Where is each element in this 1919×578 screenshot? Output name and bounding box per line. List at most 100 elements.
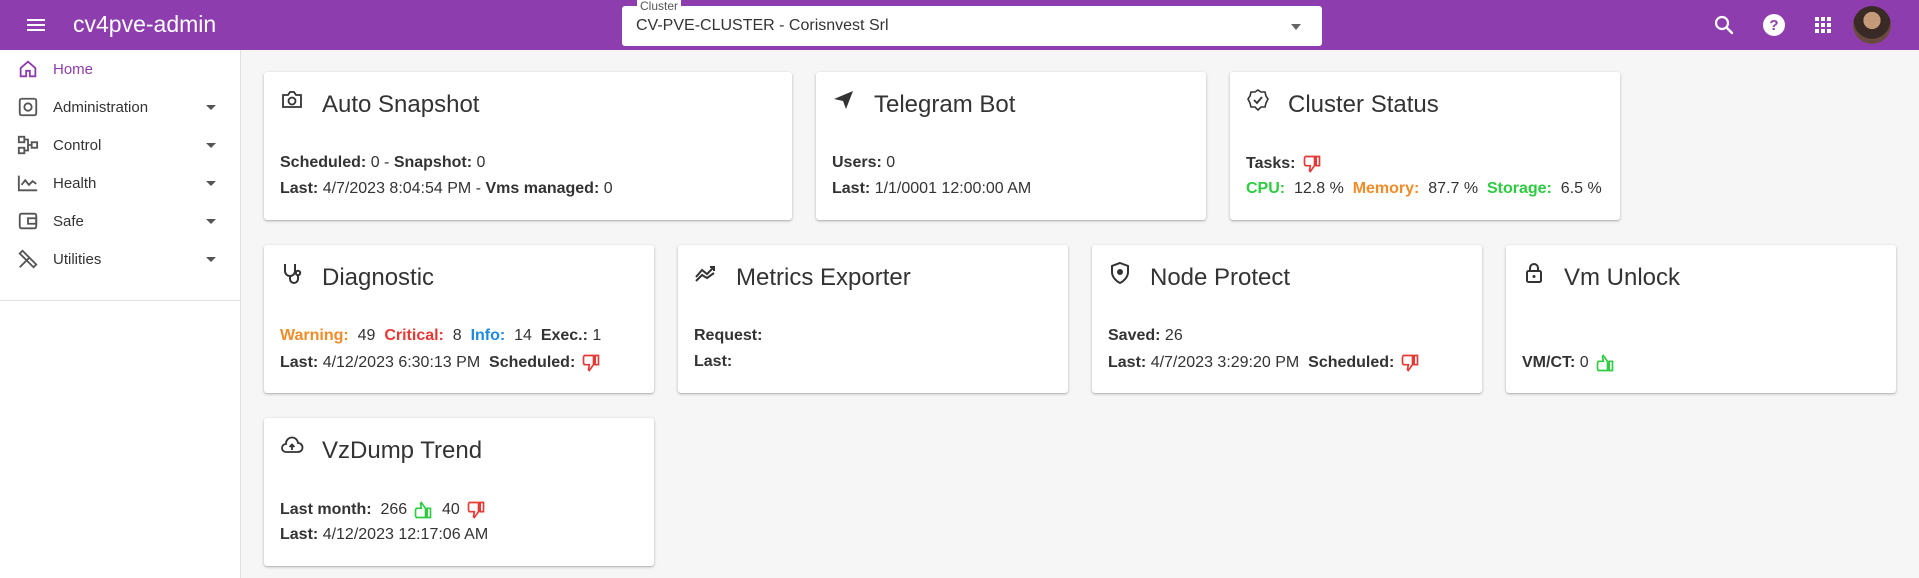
storage-value: 6.5 % xyxy=(1560,180,1602,197)
info-label: Info: xyxy=(470,327,506,344)
vms-managed-label: Vms managed: xyxy=(485,180,600,197)
last-value: 4/7/2023 8:04:54 PM xyxy=(322,180,472,197)
sidebar-item-utilities[interactable]: Utilities xyxy=(0,240,240,278)
app-bar: cv4pve-admin Cluster CV-PVE-CLUSTER - Co… xyxy=(0,0,1919,50)
card-title: Diagnostic xyxy=(322,264,435,291)
vmct-label: VM/CT: xyxy=(1522,354,1576,371)
sidebar-item-administration[interactable]: Administration xyxy=(0,88,240,126)
warning-label: Warning: xyxy=(280,327,349,344)
caret-down-icon xyxy=(206,180,216,186)
card-row: VM/CT: 0 xyxy=(1522,353,1615,373)
last-value: 4/7/2023 3:29:20 PM xyxy=(1150,354,1300,371)
ko-count: 40 xyxy=(442,501,460,518)
wallet-icon xyxy=(18,212,38,230)
scheduled-label: Scheduled: xyxy=(1308,354,1395,371)
cluster-select-label: Cluster xyxy=(637,0,682,12)
last-label: Last: xyxy=(832,180,871,197)
critical-label: Critical: xyxy=(384,327,444,344)
sidebar-item-label: Administration xyxy=(53,98,149,116)
thumb-up-icon xyxy=(1596,354,1614,372)
last-value: 4/12/2023 12:17:06 AM xyxy=(322,526,489,543)
scheduled-label: Scheduled: xyxy=(280,154,367,171)
thumb-down-icon xyxy=(582,354,600,372)
node-protect-card[interactable]: Node Protect Saved: 26 Last: 4/7/2023 3:… xyxy=(1092,245,1482,393)
thumb-down-icon xyxy=(467,501,485,519)
card-row: Last: xyxy=(694,353,732,371)
ok-count: 266 xyxy=(380,501,408,518)
last-label: Last: xyxy=(280,180,319,197)
svg-text:?: ? xyxy=(1769,17,1778,34)
menu-icon[interactable] xyxy=(24,13,48,37)
users-value: 0 xyxy=(886,154,896,171)
scheduled-label: Scheduled: xyxy=(489,354,576,371)
card-row: Last: 4/12/2023 12:17:06 AM xyxy=(280,526,488,544)
shield-icon xyxy=(1111,261,1129,285)
cluster-status-card[interactable]: Cluster Status Tasks: CPU: 12.8 % Memory… xyxy=(1230,72,1620,220)
sidebar-item-home[interactable]: Home xyxy=(0,50,240,88)
separator: - xyxy=(379,154,394,171)
separator: - xyxy=(471,180,486,197)
snapshot-value: 0 xyxy=(476,154,486,171)
sidebar-item-label: Utilities xyxy=(53,250,102,268)
card-row: Tasks: xyxy=(1246,154,1322,174)
card-row: Warning: 49 Critical: 8 Info: 14 Exec.: … xyxy=(280,327,601,345)
vmct-value: 0 xyxy=(1579,354,1589,371)
last-month-label: Last month: xyxy=(280,501,372,518)
cluster-select[interactable]: Cluster CV-PVE-CLUSTER - Corisnvest Srl xyxy=(622,0,1322,46)
sidebar: Home Administration Control Health Safe … xyxy=(0,50,241,578)
card-title: Cluster Status xyxy=(1288,91,1439,118)
card-row: CPU: 12.8 % Memory: 87.7 % Storage: 6.5 … xyxy=(1246,180,1602,198)
metrics-exporter-card[interactable]: Metrics Exporter Request: Last: xyxy=(678,245,1068,393)
last-label: Last: xyxy=(694,353,733,370)
thumb-down-icon xyxy=(1303,155,1320,173)
sidebar-item-control[interactable]: Control xyxy=(0,126,240,164)
memory-label: Memory: xyxy=(1352,180,1420,197)
auto-snapshot-card[interactable]: Auto Snapshot Scheduled: 0 - Snapshot: 0… xyxy=(264,72,792,220)
sidebar-item-label: Safe xyxy=(53,212,84,230)
search-icon[interactable] xyxy=(1712,13,1736,37)
cpu-label: CPU: xyxy=(1246,180,1286,197)
snapshot-label: Snapshot: xyxy=(393,154,473,171)
card-title: Metrics Exporter xyxy=(736,264,911,291)
home-icon xyxy=(19,60,37,78)
storage-label: Storage: xyxy=(1486,180,1552,197)
card-row: Users: 0 xyxy=(832,154,895,172)
sidebar-item-label: Control xyxy=(53,136,102,154)
thumb-down-icon xyxy=(1402,354,1419,372)
vzdump-trend-card[interactable]: VzDump Trend Last month: 266 40 Last: 4/… xyxy=(264,418,654,566)
caret-down-icon xyxy=(206,104,216,110)
card-row: Saved: 26 xyxy=(1108,327,1183,345)
chevron-down-icon[interactable] xyxy=(1288,19,1304,35)
cloud-upload-icon xyxy=(281,436,304,453)
last-label: Last: xyxy=(280,526,319,543)
sidebar-item-health[interactable]: Health xyxy=(0,164,240,202)
card-row: Request: xyxy=(694,327,762,345)
user-avatar[interactable] xyxy=(1853,6,1891,44)
warning-value: 49 xyxy=(357,327,376,344)
app-title: cv4pve-admin xyxy=(73,11,217,37)
cog-box-icon xyxy=(18,97,38,117)
pulse-icon xyxy=(17,175,38,192)
help-icon[interactable]: ? xyxy=(1762,13,1786,37)
card-title: Vm Unlock xyxy=(1564,264,1681,291)
saved-value: 26 xyxy=(1164,327,1183,344)
sidebar-item-label: Home xyxy=(53,60,94,78)
caret-down-icon xyxy=(206,256,216,262)
diagnostic-card[interactable]: Diagnostic Warning: 49 Critical: 8 Info:… xyxy=(264,245,654,393)
card-row: Last: 1/1/0001 12:00:00 AM xyxy=(832,180,1031,198)
vms-managed-value: 0 xyxy=(603,180,613,197)
vm-unlock-card[interactable]: Vm Unlock VM/CT: 0 xyxy=(1506,245,1896,393)
tools-icon xyxy=(18,249,38,269)
card-row: Scheduled: 0 - Snapshot: 0 xyxy=(280,154,485,172)
lock-open-icon xyxy=(1526,263,1542,283)
check-badge-icon xyxy=(1247,89,1269,112)
sidebar-item-safe[interactable]: Safe xyxy=(0,202,240,240)
card-title: Node Protect xyxy=(1150,264,1291,291)
apps-grid-icon[interactable] xyxy=(1811,13,1835,37)
info-value: 14 xyxy=(514,327,532,344)
stethoscope-icon xyxy=(284,264,302,284)
send-icon xyxy=(834,91,853,109)
telegram-bot-card[interactable]: Telegram Bot Users: 0 Last: 1/1/0001 12:… xyxy=(816,72,1206,220)
cluster-select-value: CV-PVE-CLUSTER - Corisnvest Srl xyxy=(636,17,889,34)
memory-value: 87.7 % xyxy=(1428,180,1479,197)
